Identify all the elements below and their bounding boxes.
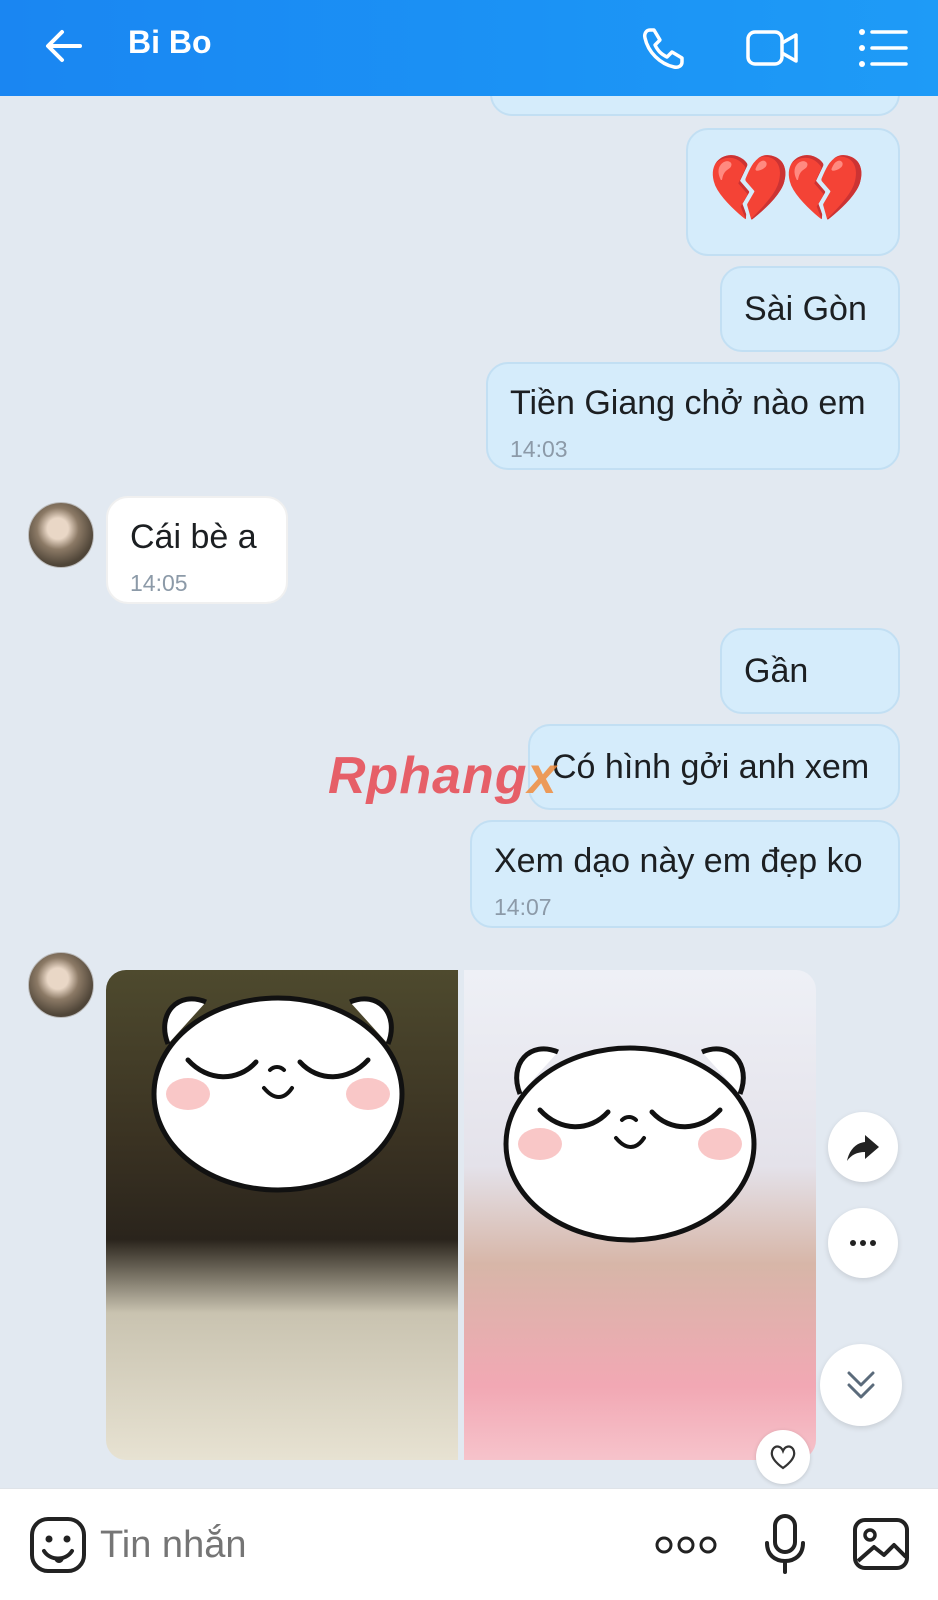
broken-heart-emoji: 💔💔 <box>708 150 866 227</box>
message-bubble-emoji[interactable]: 💔💔 <box>686 128 900 256</box>
more-options-button[interactable] <box>828 1208 898 1278</box>
forward-button[interactable] <box>828 1112 898 1182</box>
avatar[interactable] <box>28 502 94 568</box>
photo-attachment[interactable] <box>106 970 458 1460</box>
message-bubble[interactable]: Có hình gởi anh xem <box>528 724 900 810</box>
chat-header: Bi Bo <box>0 0 938 96</box>
share-arrow-icon <box>847 1135 879 1161</box>
photo-attachment[interactable] <box>464 970 816 1460</box>
message-bubble-partial[interactable] <box>490 96 900 116</box>
phone-icon[interactable] <box>636 20 692 76</box>
message-text: Xem dạo này em đẹp ko <box>494 842 863 880</box>
message-bubble[interactable]: Sài Gòn <box>720 266 900 352</box>
double-chevron-down-icon <box>847 1371 875 1399</box>
more-dots-icon <box>850 1240 876 1246</box>
message-input[interactable] <box>100 1515 620 1575</box>
message-composer <box>0 1488 938 1600</box>
avatar[interactable] <box>28 952 94 1018</box>
message-text: Gần <box>744 652 809 690</box>
more-icon[interactable] <box>654 1529 718 1561</box>
message-bubble[interactable]: Cái bè a 14:05 <box>106 496 288 604</box>
face-sticker-icon <box>151 995 405 1193</box>
message-bubble[interactable]: Gần <box>720 628 900 714</box>
video-call-icon[interactable] <box>744 20 800 76</box>
message-time: 14:07 <box>494 894 552 920</box>
face-sticker-icon <box>503 1045 757 1243</box>
message-text: Tiền Giang chở nào em <box>510 384 866 422</box>
back-arrow-icon[interactable] <box>40 22 88 70</box>
message-text: Có hình gởi anh xem <box>552 748 870 786</box>
message-list[interactable]: 💔💔 Sài Gòn Tiền Giang chở nào em 14:03 C… <box>0 96 938 1488</box>
message-bubble[interactable]: Tiền Giang chở nào em 14:03 <box>486 362 900 470</box>
message-text: Sài Gòn <box>744 290 867 328</box>
menu-list-icon[interactable] <box>856 20 912 76</box>
sticker-icon[interactable] <box>28 1515 88 1575</box>
image-icon[interactable] <box>852 1517 910 1571</box>
message-time: 14:03 <box>510 436 568 462</box>
message-text: Cái bè a <box>130 518 257 556</box>
watermark-main: Rphang <box>328 747 528 805</box>
heart-icon <box>770 1445 796 1470</box>
react-heart-button[interactable] <box>756 1430 810 1484</box>
message-time: 14:05 <box>130 570 188 596</box>
message-bubble[interactable]: Xem dạo này em đẹp ko 14:07 <box>470 820 900 928</box>
microphone-icon[interactable] <box>760 1513 810 1575</box>
watermark-suffix: x <box>527 747 558 805</box>
contact-name[interactable]: Bi Bo <box>128 24 212 61</box>
watermark-logo: Rphangx <box>328 746 557 806</box>
scroll-to-bottom-button[interactable] <box>820 1344 902 1426</box>
